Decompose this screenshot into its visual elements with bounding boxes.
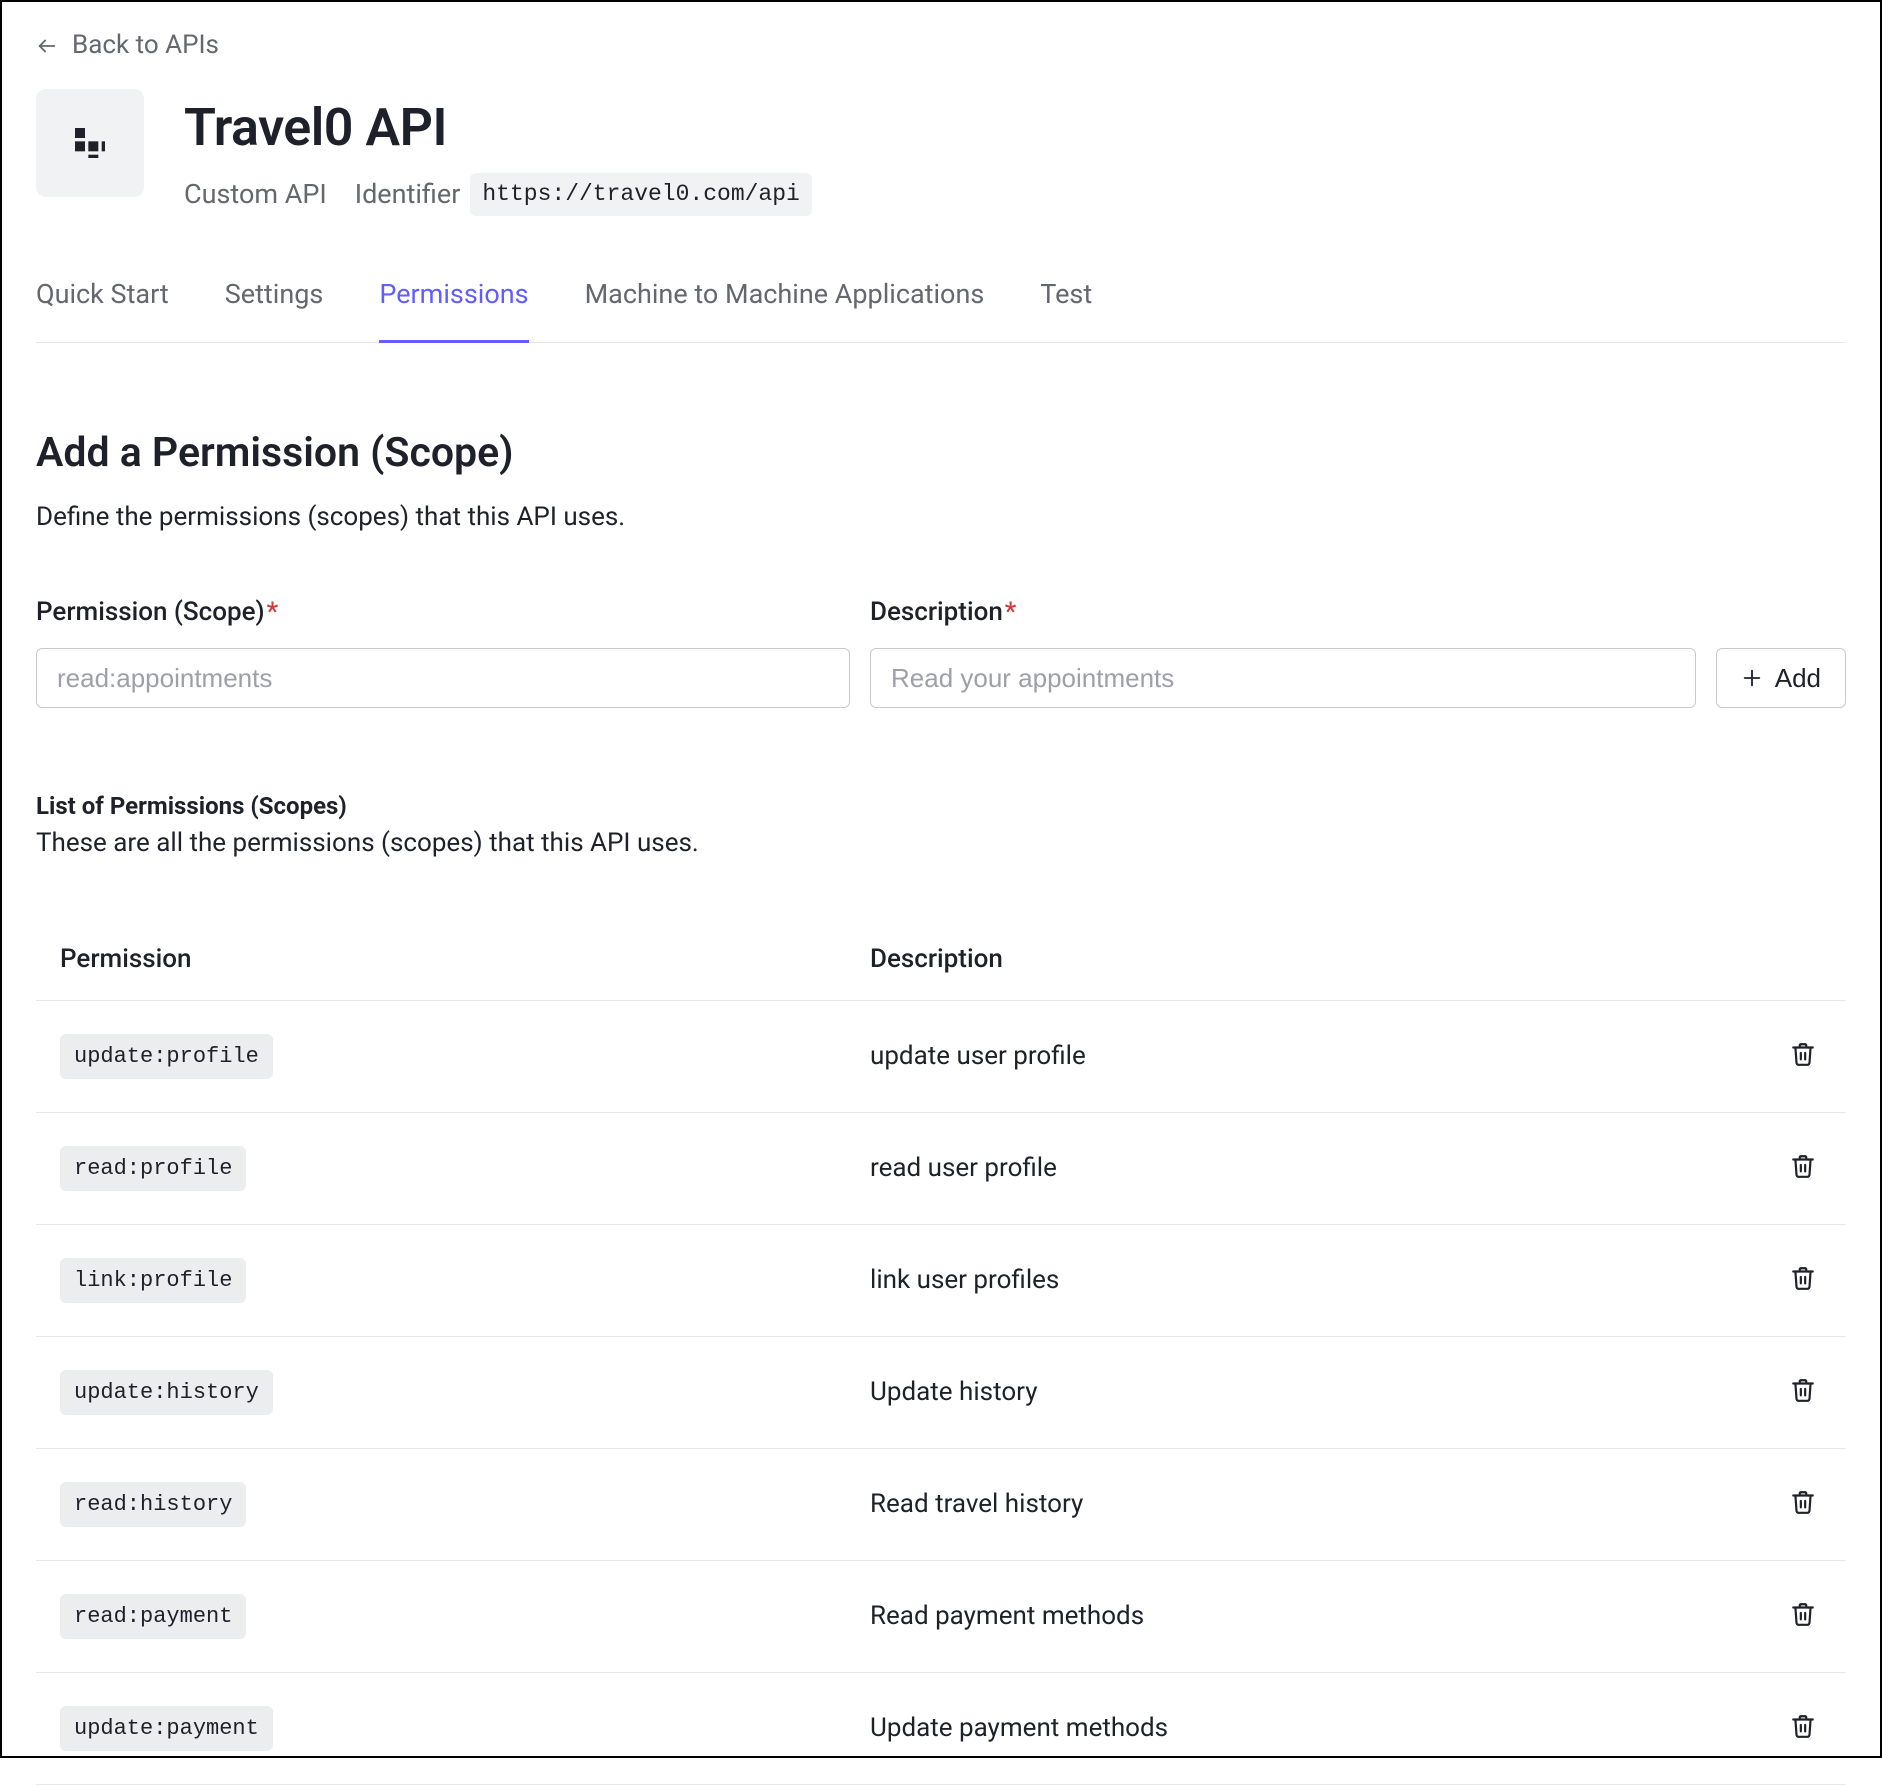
- description-input[interactable]: [870, 648, 1696, 708]
- table-row: link:profile link user profiles: [36, 1225, 1846, 1337]
- permission-code: read:payment: [60, 1594, 246, 1639]
- permission-description: Read payment methods: [870, 1597, 1742, 1636]
- permission-code: update:profile: [60, 1034, 273, 1079]
- permission-input[interactable]: [36, 648, 850, 708]
- tab-test[interactable]: Test: [1040, 274, 1092, 344]
- permission-description: link user profiles: [870, 1261, 1742, 1300]
- add-button-label: Add: [1775, 663, 1821, 694]
- col-permission: Permission: [60, 940, 870, 979]
- description-label: Description*: [870, 593, 1696, 632]
- delete-button[interactable]: [1784, 1259, 1822, 1297]
- identifier-label: Identifier: [355, 174, 461, 215]
- permission-code: read:profile: [60, 1146, 246, 1191]
- identifier-value: https://travel0.com/api: [470, 173, 811, 216]
- add-button[interactable]: Add: [1716, 648, 1846, 708]
- plus-icon: [1741, 667, 1763, 689]
- trash-icon: [1790, 1153, 1816, 1179]
- permission-code: read:history: [60, 1482, 246, 1527]
- permission-code: update:history: [60, 1370, 273, 1415]
- permission-code: update:payment: [60, 1706, 273, 1751]
- trash-icon: [1790, 1265, 1816, 1291]
- api-type-label: Custom API: [184, 174, 327, 215]
- arrow-left-icon: [36, 35, 58, 57]
- permission-description: Read travel history: [870, 1485, 1742, 1524]
- delete-button[interactable]: [1784, 1483, 1822, 1521]
- delete-button[interactable]: [1784, 1707, 1822, 1745]
- tab-permissions[interactable]: Permissions: [379, 274, 528, 344]
- permission-description: read user profile: [870, 1149, 1742, 1188]
- list-scope-subtext: These are all the permissions (scopes) t…: [36, 824, 1846, 863]
- add-scope-heading: Add a Permission (Scope): [36, 423, 1846, 485]
- api-avatar: [36, 89, 144, 197]
- permission-description: Update history: [870, 1373, 1742, 1412]
- trash-icon: [1790, 1377, 1816, 1403]
- trash-icon: [1790, 1601, 1816, 1627]
- delete-button[interactable]: [1784, 1035, 1822, 1073]
- table-row: update:payment Update payment methods: [36, 1673, 1846, 1785]
- delete-button[interactable]: [1784, 1595, 1822, 1633]
- table-row: update:history Update history: [36, 1337, 1846, 1449]
- tab-settings[interactable]: Settings: [225, 274, 324, 344]
- required-star-icon: *: [267, 597, 279, 627]
- list-scope-heading: List of Permissions (Scopes): [36, 788, 1846, 824]
- permission-label-text: Permission (Scope): [36, 597, 265, 627]
- add-scope-subtext: Define the permissions (scopes) that thi…: [36, 498, 1846, 537]
- permission-description: Update payment methods: [870, 1709, 1742, 1748]
- description-label-text: Description: [870, 597, 1003, 627]
- delete-button[interactable]: [1784, 1371, 1822, 1409]
- table-row: read:profile read user profile: [36, 1113, 1846, 1225]
- permission-label: Permission (Scope)*: [36, 593, 850, 632]
- tab-quick-start[interactable]: Quick Start: [36, 274, 169, 344]
- trash-icon: [1790, 1489, 1816, 1515]
- table-row: read:history Read travel history: [36, 1449, 1846, 1561]
- trash-icon: [1790, 1713, 1816, 1739]
- col-description: Description: [870, 940, 1742, 979]
- permission-code: link:profile: [60, 1258, 246, 1303]
- tabs: Quick Start Settings Permissions Machine to…: [36, 274, 1846, 343]
- trash-icon: [1790, 1041, 1816, 1067]
- table-row: update:profile update user profile: [36, 1001, 1846, 1113]
- tab-machine-to-machine-applications[interactable]: Machine to Machine Applications: [585, 274, 985, 344]
- breadcrumb-back[interactable]: Back to APIs: [36, 22, 1846, 89]
- breadcrumb-back-label: Back to APIs: [72, 26, 219, 65]
- table-row: read:payment Read payment methods: [36, 1561, 1846, 1673]
- delete-button[interactable]: [1784, 1147, 1822, 1185]
- required-star-icon: *: [1005, 597, 1017, 627]
- page-title: Travel0 API: [184, 89, 1846, 167]
- permission-description: update user profile: [870, 1037, 1742, 1076]
